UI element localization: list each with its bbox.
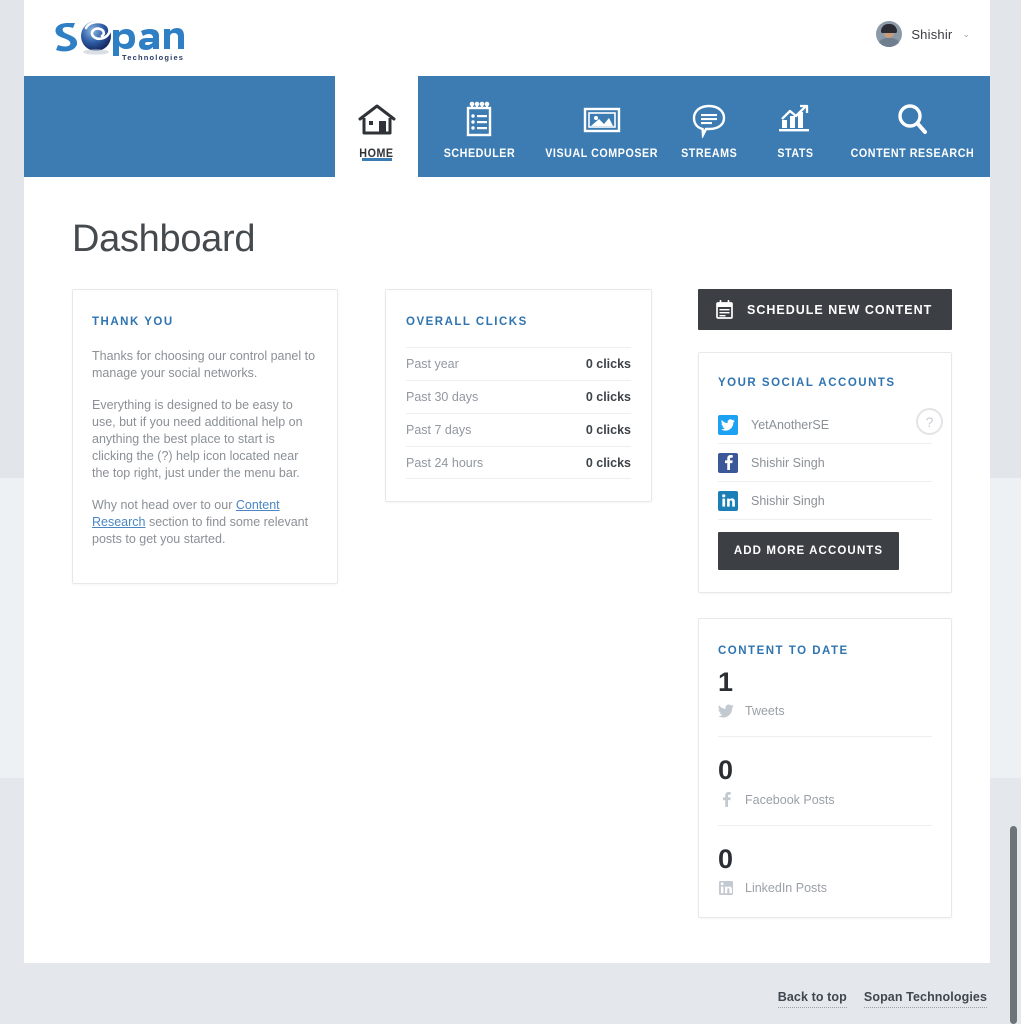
magnifier-icon [894,100,930,140]
social-account-name: Shishir Singh [751,455,825,470]
chevron-down-icon: ⌄ [962,28,970,39]
main-navigation: HOME SCHEDULER VISUAL COMPOSER STREAMS S… [24,76,990,177]
clicks-row: Past year 0 clicks [406,347,631,380]
scrollbar-thumb[interactable] [1010,826,1017,1024]
twitter-icon [718,704,734,718]
nav-item-visual-composer[interactable]: VISUAL COMPOSER [540,76,664,177]
nav-label-streams: STREAMS [680,147,738,160]
linkedin-icon [718,490,738,511]
content-to-date-card: CONTENT TO DATE 1 Tweets 0 Facebook Post… [698,618,952,918]
clicks-label: Past 30 days [406,390,479,404]
clicks-value: 0 clicks [585,357,631,371]
thank-you-paragraph-3: Why not head over to our Content Researc… [92,497,316,548]
clicks-value: 0 clicks [585,423,631,437]
clicks-label: Past year [406,357,459,371]
thank-you-paragraph-1: Thanks for choosing our control panel to… [92,349,316,380]
social-account-name: Shishir Singh [751,493,825,508]
content-network-label: LinkedIn Posts [745,881,827,895]
thank-you-paragraph-2: Everything is designed to be easy to use… [92,398,303,480]
facebook-icon [718,792,734,807]
column-right: SCHEDULE NEW CONTENT YOUR SOCIAL ACCOUNT… [698,289,952,918]
content-count: 0 [718,844,734,874]
overall-clicks-title: OVERALL CLICKS [406,316,528,328]
clicks-label: Past 7 days [406,423,472,437]
add-more-accounts-button[interactable]: ADD MORE ACCOUNTS [718,532,899,570]
user-name: Shishir [911,26,953,42]
page-title: Dashboard [72,218,256,260]
content-network: Facebook Posts [718,792,932,807]
content-network-label: Facebook Posts [745,792,835,807]
content-stat-block: 1 Tweets [718,667,932,737]
brand-logo[interactable]: Technologies [52,12,184,62]
nav-spacer [24,76,335,177]
site-footer: Back to top Sopan Technologies [0,963,1021,1024]
footer-links: Back to top Sopan Technologies [777,990,987,1008]
content-stat-block: 0 LinkedIn Posts [718,844,932,895]
list-item[interactable]: Shishir Singh [718,444,932,482]
content-network-label: Tweets [745,704,785,718]
list-item[interactable]: Shishir Singh [718,482,932,520]
clicks-value: 0 clicks [585,390,631,404]
ty-text-before: Why not head over to our [92,498,236,512]
nav-active-underline [361,158,392,161]
dashboard-columns: THANK YOU Thanks for choosing our contro… [72,258,952,918]
content-network: LinkedIn Posts [718,881,932,895]
social-accounts-title: YOUR SOCIAL ACCOUNTS [718,377,896,389]
nav-item-streams[interactable]: STREAMS [664,76,754,177]
clicks-row: Past 30 days 0 clicks [406,380,631,413]
clicks-value: 0 clicks [585,455,631,470]
social-accounts-card: YOUR SOCIAL ACCOUNTS YetAnotherSE Shishi… [698,352,952,593]
content-count: 0 [718,755,734,785]
social-account-name: YetAnotherSE [751,417,830,432]
bar-chart-icon [777,100,815,140]
clicks-row: Past 24 hours 0 clicks [406,446,631,479]
notepad-list-icon [461,100,497,140]
thank-you-title: THANK YOU [92,316,174,328]
clicks-label: Past 24 hours [406,455,484,470]
schedule-button-label: SCHEDULE NEW CONTENT [747,302,933,317]
nav-item-home[interactable]: HOME [335,76,418,177]
nav-label-stats: STATS [777,147,814,160]
nav-label-content-research: CONTENT RESEARCH [850,147,974,160]
content-to-date-title: CONTENT TO DATE [718,645,849,657]
schedule-new-content-button[interactable]: SCHEDULE NEW CONTENT [698,289,952,330]
nav-label-scheduler: SCHEDULER [443,147,515,160]
linkedin-icon [718,881,734,895]
nav-item-stats[interactable]: STATS [754,76,837,177]
help-icon[interactable]: ? [916,408,943,435]
company-link[interactable]: Sopan Technologies [863,990,987,1008]
column-middle: OVERALL CLICKS Past year 0 clicks Past 3… [385,289,652,918]
twitter-icon [718,414,738,435]
page-sheet: Technologies Shishir ⌄ HOME SCHEDULER VI… [24,0,990,963]
back-to-top-link[interactable]: Back to top [777,990,847,1008]
overall-clicks-card: OVERALL CLICKS Past year 0 clicks Past 3… [385,289,652,502]
house-icon [357,100,397,140]
clicks-row: Past 7 days 0 clicks [406,413,631,446]
scrollbar-track[interactable] [1004,0,1021,1024]
nav-item-scheduler[interactable]: SCHEDULER [418,76,540,177]
content-network: Tweets [718,704,932,718]
user-menu[interactable]: Shishir ⌄ [876,21,970,47]
main-content: Dashboard ? THANK YOU Thanks for choosin… [24,177,990,918]
svg-text:Technologies: Technologies [122,53,184,62]
nav-item-content-research[interactable]: CONTENT RESEARCH [837,76,987,177]
facebook-icon [718,452,738,473]
content-stat-block: 0 Facebook Posts [718,755,932,826]
avatar [876,21,903,47]
sopan-logo-icon: Technologies [55,20,184,62]
site-header: Technologies Shishir ⌄ [24,0,990,76]
column-left: THANK YOU Thanks for choosing our contro… [72,289,338,918]
calendar-icon [716,300,733,319]
content-count: 1 [718,667,734,697]
thank-you-card: THANK YOU Thanks for choosing our contro… [72,289,338,584]
image-icon [582,100,622,140]
list-item[interactable]: YetAnotherSE [718,406,932,444]
speech-bubble-icon [690,100,728,140]
nav-label-visual-composer: VISUAL COMPOSER [545,147,659,160]
